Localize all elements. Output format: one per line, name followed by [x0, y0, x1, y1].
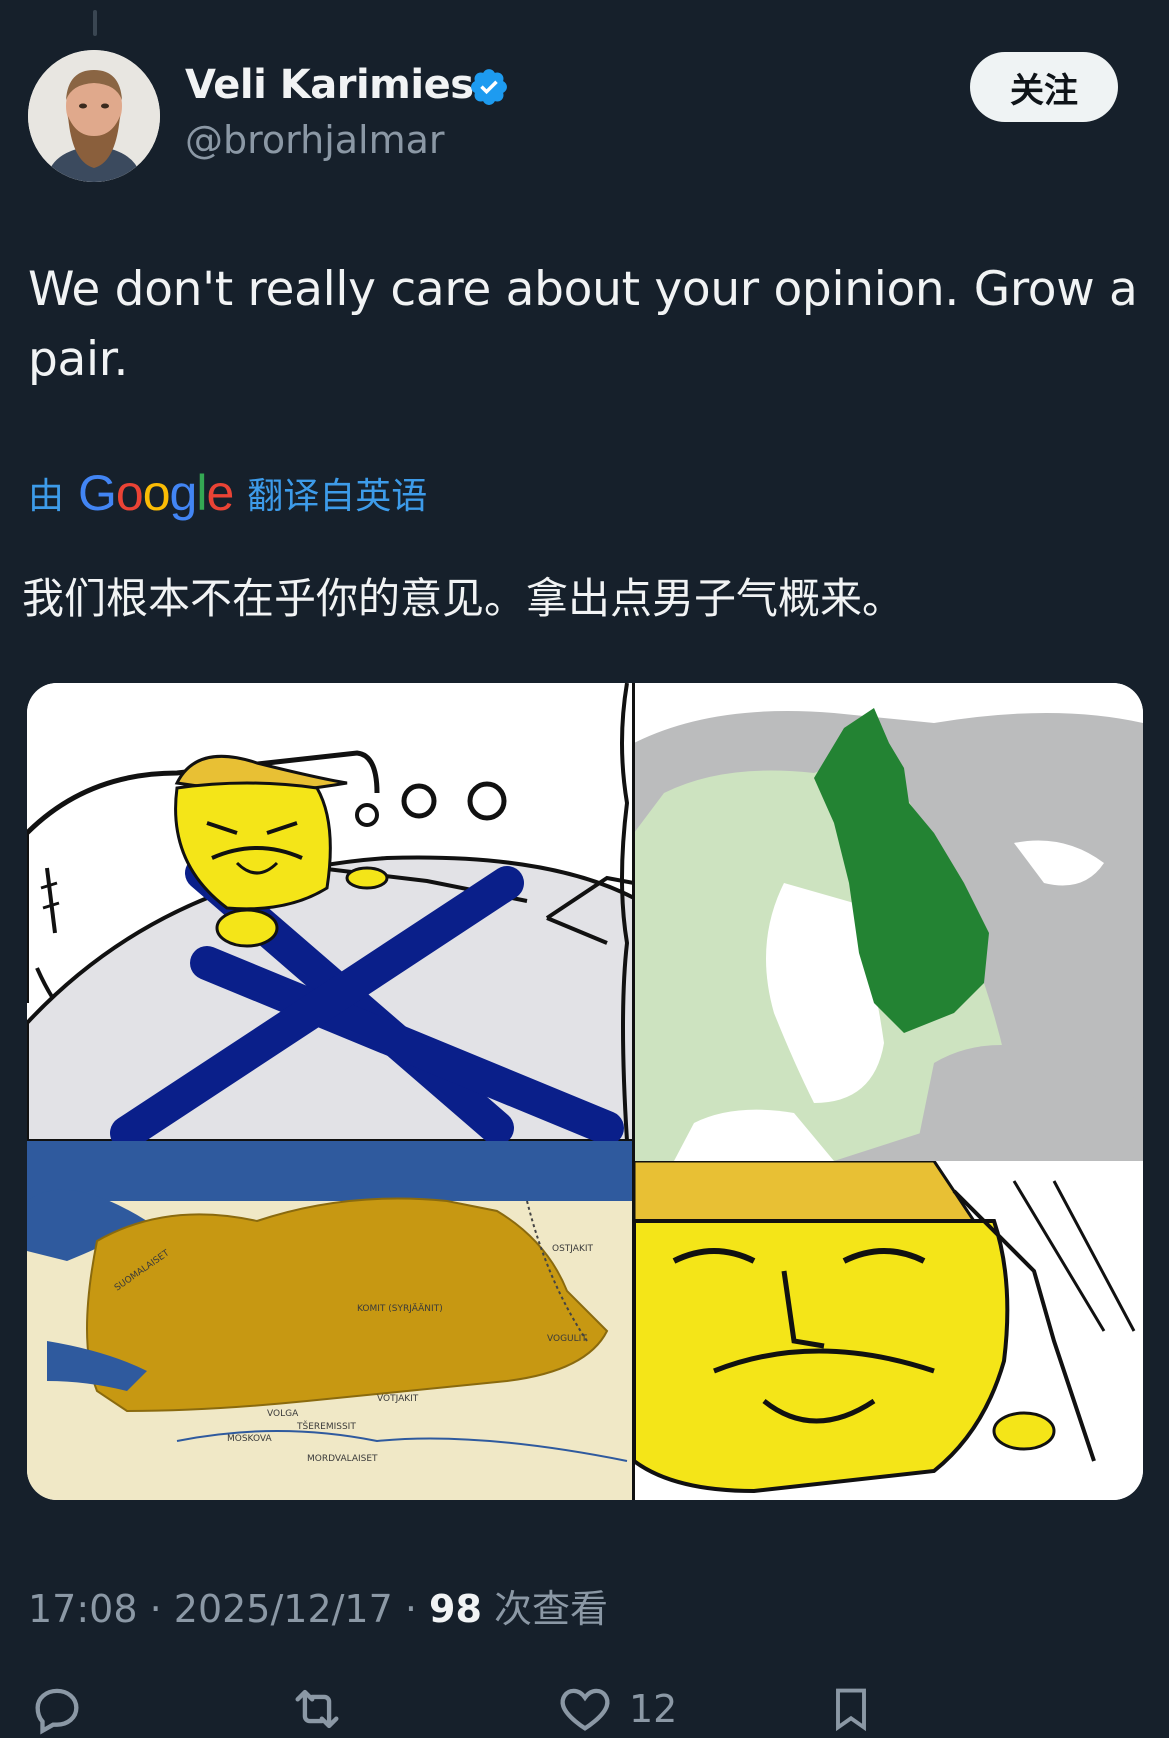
label-moskova: MOSKOVA	[227, 1434, 272, 1444]
avatar[interactable]	[28, 50, 160, 182]
follow-button[interactable]: 关注	[970, 52, 1118, 122]
tweet-actions: 12	[0, 1670, 1169, 1735]
like-button[interactable]: 12	[555, 1680, 677, 1738]
retweet-button[interactable]	[285, 1680, 349, 1738]
label-votjakit: VOTJAKIT	[377, 1394, 419, 1404]
views-count: 98	[429, 1587, 482, 1631]
views-label: 次查看	[494, 1587, 609, 1631]
reply-button[interactable]	[28, 1680, 86, 1738]
translated-text: 我们根本不在乎你的意见。拿出点男子气概来。	[22, 574, 905, 623]
tweet-text: We don't really care about your opinion.…	[28, 262, 1138, 387]
google-logo: Google	[78, 465, 234, 521]
label-ostjakit: OSTJAKIT	[552, 1244, 594, 1254]
reply-icon	[35, 1688, 79, 1735]
map-panel-finland	[634, 683, 1143, 1161]
label-mordvalaiset: MORDVALAISET	[307, 1454, 378, 1464]
like-count: 12	[629, 1687, 678, 1731]
tweet-timestamp[interactable]: 17:08 · 2025/12/17 · 98 次查看	[28, 1578, 608, 1633]
author-handle[interactable]: @brorhjalmar	[185, 118, 445, 162]
tweet-media[interactable]: SUOMALAISET VOTJAKIT TŠEREMISSIT MOSKOVA…	[27, 683, 1143, 1500]
label-volga: VOLGA	[267, 1409, 299, 1419]
heart-icon	[560, 1688, 610, 1731]
translation-suffix: 翻译自英语	[247, 476, 428, 517]
retweet-icon	[295, 1689, 339, 1729]
display-name[interactable]: Veli Karimies	[185, 62, 474, 108]
translation-attribution[interactable]: 由 Google 翻译自英语	[28, 464, 427, 522]
comic-panel-smiling	[634, 1161, 1143, 1500]
tweet-date: 2025/12/17	[173, 1587, 393, 1631]
panel-divider-vertical	[632, 683, 635, 1500]
label-vogulit: VOGULIT	[547, 1334, 587, 1344]
map-panel-finno-ugric: SUOMALAISET VOTJAKIT TŠEREMISSIT MOSKOVA…	[27, 1141, 634, 1500]
tweet-time: 17:08	[28, 1587, 138, 1631]
bookmark-icon	[836, 1688, 866, 1732]
label-komit: KOMIT (SYRJÄÄNIT)	[357, 1303, 443, 1314]
verified-badge-icon	[471, 69, 507, 105]
thread-line	[93, 10, 97, 36]
comic-panel-sleeping	[27, 683, 634, 1141]
translation-prefix: 由	[28, 476, 65, 517]
bookmark-button[interactable]	[825, 1680, 877, 1738]
label-tseremissit: TŠEREMISSIT	[296, 1420, 356, 1432]
